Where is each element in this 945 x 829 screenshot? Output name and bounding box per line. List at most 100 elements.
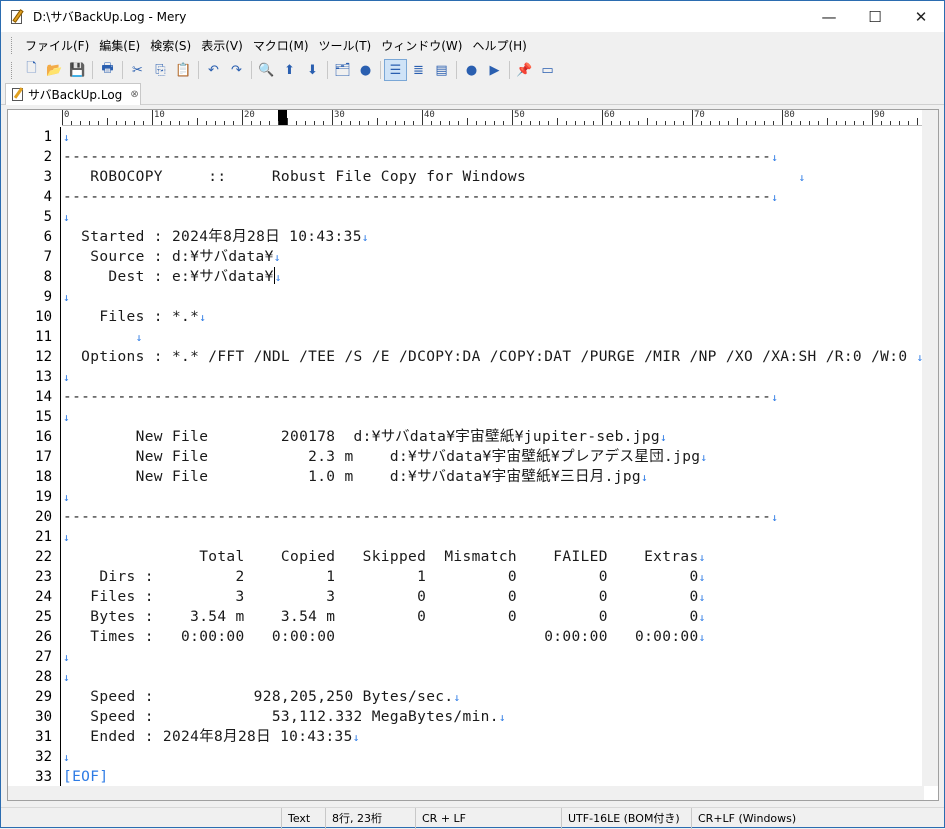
status-position: 8行, 23桁 bbox=[325, 808, 415, 829]
close-button[interactable]: ✕ bbox=[898, 1, 944, 32]
line-number: 5 bbox=[43, 209, 52, 225]
column-ruler: 0 10 20 30 40 50 60 70 80 90 bbox=[62, 110, 924, 126]
no-wrap-icon[interactable]: ☰ bbox=[384, 59, 407, 81]
redo-icon[interactable]: ↷ bbox=[225, 59, 248, 81]
window-icon[interactable]: ▭ bbox=[536, 59, 559, 81]
status-newline[interactable]: CR+LF (Windows) bbox=[691, 808, 811, 829]
menu-macro[interactable]: マクロ(M) bbox=[248, 37, 314, 54]
title-bar: D:\サバBackUp.Log - Mery — ☐ ✕ bbox=[1, 1, 944, 32]
ruler-tick bbox=[638, 121, 639, 125]
menu-help[interactable]: ヘルプ(H) bbox=[467, 37, 531, 54]
copy-icon[interactable]: ⎘ bbox=[149, 59, 172, 81]
open-folder-icon[interactable]: 📂 bbox=[43, 59, 66, 81]
find-icon[interactable]: 🔍 bbox=[255, 59, 278, 81]
line-number: 33 bbox=[35, 769, 52, 785]
undo-icon[interactable]: ↶ bbox=[202, 59, 225, 81]
code-line: Files : 3 3 0 0 0 0↓ bbox=[63, 587, 706, 607]
record-macro-icon[interactable]: ● bbox=[460, 59, 483, 81]
line-number: 10 bbox=[35, 309, 52, 325]
ruler-tick bbox=[296, 121, 297, 125]
ruler-tick bbox=[890, 121, 891, 125]
eol-mark: ↓ bbox=[63, 531, 70, 544]
code-line: Options : *.* /FFT /NDL /TEE /S /E /DCOP… bbox=[63, 347, 923, 367]
ruler-tick bbox=[611, 121, 612, 125]
find-next-icon[interactable]: ⬇ bbox=[301, 59, 324, 81]
maximize-button[interactable]: ☐ bbox=[852, 1, 898, 32]
ruler-tick bbox=[377, 118, 378, 125]
ruler-tick bbox=[62, 110, 63, 125]
run-macro-icon[interactable]: ▶ bbox=[483, 59, 506, 81]
ruler-tick bbox=[179, 121, 180, 125]
ruler-tick bbox=[449, 121, 450, 125]
vertical-scrollbar[interactable] bbox=[922, 110, 938, 786]
find-in-files-icon[interactable]: 🗂 bbox=[331, 59, 354, 81]
line-text: Files : 3 3 0 0 0 0 bbox=[63, 589, 699, 605]
ruler-tick bbox=[107, 118, 108, 125]
ruler-tick bbox=[494, 121, 495, 125]
line-number: 20 bbox=[35, 509, 52, 525]
menu-search[interactable]: 検索(S) bbox=[145, 37, 196, 54]
text-area[interactable]: ↓ ---------------------------------------… bbox=[63, 127, 923, 787]
clear-highlight-icon[interactable]: ● bbox=[354, 59, 377, 81]
menu-window[interactable]: ウィンドウ(W) bbox=[376, 37, 467, 54]
ruler-tick bbox=[755, 121, 756, 125]
ruler-tick bbox=[746, 121, 747, 125]
code-line: Total Copied Skipped Mismatch FAILED Ext… bbox=[63, 547, 706, 567]
eol-mark: ↓ bbox=[698, 591, 706, 604]
status-encoding[interactable]: UTF-16LE (BOM付き) bbox=[561, 808, 691, 829]
ruler-tick bbox=[728, 121, 729, 125]
line-number: 3 bbox=[43, 169, 52, 185]
line-text: Dirs : 2 1 1 0 0 0 bbox=[63, 569, 699, 585]
save-icon[interactable]: 💾 bbox=[66, 59, 89, 81]
line-number: 19 bbox=[35, 489, 52, 505]
print-icon[interactable]: 🖶 bbox=[96, 59, 119, 81]
menu-tools[interactable]: ツール(T) bbox=[314, 37, 377, 54]
pin-icon[interactable]: 📌 bbox=[513, 59, 536, 81]
ruler-tick bbox=[116, 121, 117, 125]
tab-close-icon[interactable]: ⊗ bbox=[130, 89, 138, 100]
status-line-ending[interactable]: CR + LF bbox=[415, 808, 561, 829]
toolbar: 🗋 📂 💾 🖶 ✂ ⎘ 📋 ↶ ↷ 🔍 ⬆ ⬇ 🗂 ● ☰ ≣ ▤ ● ▶ 📌 ▭ bbox=[1, 58, 944, 82]
ruler-tick bbox=[422, 110, 423, 125]
eol-mark: ↓ bbox=[63, 291, 70, 304]
new-file-icon[interactable]: 🗋 bbox=[20, 59, 43, 81]
ruler-tick bbox=[710, 121, 711, 125]
line-text: ----------------------------------------… bbox=[63, 149, 772, 165]
code-line: New File 1.0 m d:¥サバdata¥宇宙壁紙¥三日月.jpg↓ bbox=[63, 467, 648, 487]
menu-bar: ファイル(F) 編集(E) 検索(S) 表示(V) マクロ(M) ツール(T) … bbox=[1, 33, 944, 58]
code-line: ↓ bbox=[63, 207, 70, 227]
line-number: 21 bbox=[35, 529, 52, 545]
menu-file[interactable]: ファイル(F) bbox=[20, 37, 94, 54]
ruler-tick bbox=[764, 121, 765, 125]
tab-document[interactable]: サバBackUp.Log ⊗ bbox=[5, 83, 141, 105]
menu-view[interactable]: 表示(V) bbox=[196, 37, 248, 54]
eol-mark: ↓ bbox=[771, 511, 779, 524]
toolbar-grip[interactable] bbox=[11, 61, 14, 79]
toolbar-separator bbox=[327, 61, 328, 79]
ruler-tick bbox=[593, 121, 594, 125]
find-prev-icon[interactable]: ⬆ bbox=[278, 59, 301, 81]
minimize-button[interactable]: — bbox=[806, 1, 852, 32]
cut-icon[interactable]: ✂ bbox=[126, 59, 149, 81]
ruler-tick bbox=[260, 121, 261, 125]
line-text: Files : *.* bbox=[63, 309, 200, 325]
line-text: Started : 2024年8月28日 10:43:35 bbox=[63, 229, 362, 245]
code-line: ↓ bbox=[63, 407, 70, 427]
ruler-tick bbox=[431, 121, 432, 125]
ruler-tick bbox=[359, 121, 360, 125]
menu-grip[interactable] bbox=[11, 37, 14, 54]
ruler-tick bbox=[314, 121, 315, 125]
code-line: ----------------------------------------… bbox=[63, 147, 778, 167]
eol-mark: ↓ bbox=[63, 371, 70, 384]
paste-icon[interactable]: 📋 bbox=[172, 59, 195, 81]
ruler-number: 20 bbox=[244, 110, 255, 120]
ruler-number: 80 bbox=[784, 110, 795, 120]
ruler-tick bbox=[899, 121, 900, 125]
wrap-ruler-icon[interactable]: ▤ bbox=[430, 59, 453, 81]
ruler-tick bbox=[584, 121, 585, 125]
wrap-window-icon[interactable]: ≣ bbox=[407, 59, 430, 81]
menu-edit[interactable]: 編集(E) bbox=[94, 37, 145, 54]
eol-mark: ↓ bbox=[273, 251, 281, 264]
horizontal-scrollbar[interactable] bbox=[8, 786, 924, 800]
line-text: New File 200178 d:¥サバdata¥宇宙壁紙¥jupiter-s… bbox=[63, 429, 660, 445]
